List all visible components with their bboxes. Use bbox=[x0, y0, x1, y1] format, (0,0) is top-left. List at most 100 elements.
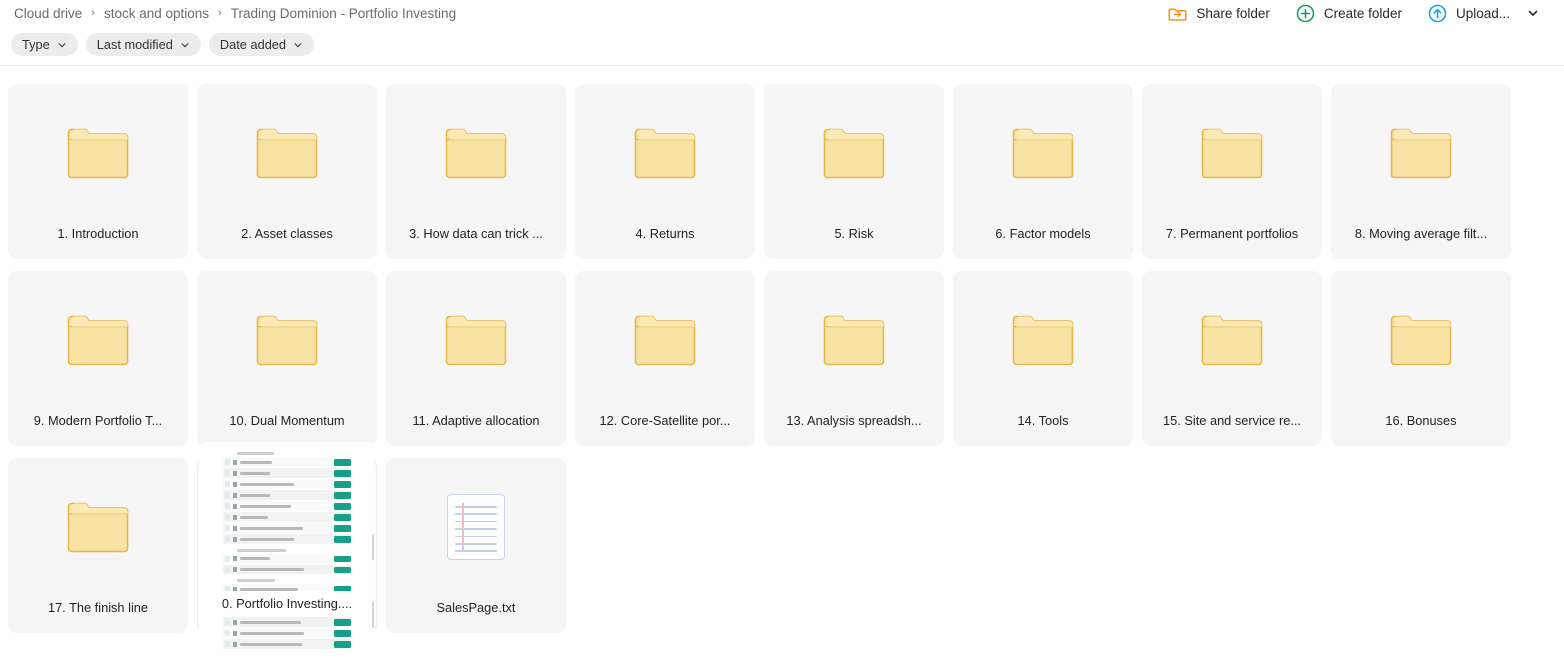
thumbnail-section-heading bbox=[237, 579, 351, 582]
thumbnail-row bbox=[223, 564, 351, 574]
tile-label: 6. Factor models bbox=[995, 226, 1091, 241]
thumbnail-row bbox=[223, 639, 351, 649]
tile-label: 16. Bonuses bbox=[1385, 413, 1457, 428]
filter-chip-date-added[interactable]: Date added bbox=[208, 33, 315, 56]
chevron-down-icon bbox=[1528, 10, 1538, 16]
tile-label: 9. Modern Portfolio T... bbox=[33, 413, 163, 428]
tile-icon bbox=[575, 271, 755, 409]
thumbnail-section-heading bbox=[237, 452, 351, 455]
tile-icon bbox=[1331, 271, 1511, 409]
tile-label: SalesPage.txt bbox=[436, 600, 516, 615]
folder-tile[interactable]: 12. Core-Satellite por... bbox=[575, 271, 755, 446]
filter-chip-type[interactable]: Type bbox=[11, 33, 78, 56]
thumbnail-row bbox=[223, 512, 351, 522]
tile-icon bbox=[575, 84, 755, 222]
breadcrumb-item-cloud-drive[interactable]: Cloud drive bbox=[14, 6, 82, 21]
tile-label: 4. Returns bbox=[635, 226, 695, 241]
folder-icon bbox=[444, 126, 508, 180]
tile-label: 14. Tools bbox=[1017, 413, 1069, 428]
filter-chip-last-modified[interactable]: Last modified bbox=[85, 33, 201, 56]
folder-icon bbox=[1011, 126, 1075, 180]
folder-icon bbox=[822, 313, 886, 367]
folder-icon bbox=[1200, 313, 1264, 367]
tile-icon bbox=[764, 84, 944, 222]
tile-label: 0. Portfolio Investing.... bbox=[202, 591, 372, 616]
upload-more-button[interactable] bbox=[1524, 4, 1542, 22]
folder-icon bbox=[66, 313, 130, 367]
tile-label: 1. Introduction bbox=[57, 226, 139, 241]
tile-label: 11. Adaptive allocation bbox=[412, 413, 540, 428]
tile-icon bbox=[1331, 84, 1511, 222]
chevron-down-icon bbox=[180, 40, 190, 50]
tile-icon bbox=[8, 84, 188, 222]
folder-tile[interactable]: 13. Analysis spreadsh... bbox=[764, 271, 944, 446]
chevron-down-icon bbox=[293, 40, 303, 50]
tile-label: 7. Permanent portfolios bbox=[1165, 226, 1299, 241]
tile-icon bbox=[953, 271, 1133, 409]
folder-tile[interactable]: 7. Permanent portfolios bbox=[1142, 84, 1322, 259]
folder-tile[interactable]: 4. Returns bbox=[575, 84, 755, 259]
folder-icon bbox=[255, 313, 319, 367]
thumbnail-row bbox=[223, 457, 351, 467]
thumbnail-row bbox=[223, 553, 351, 563]
folder-icon bbox=[1389, 126, 1453, 180]
folder-tile[interactable]: 16. Bonuses bbox=[1331, 271, 1511, 446]
folder-tile[interactable]: 10. Dual Momentum bbox=[197, 271, 377, 446]
folder-tile[interactable]: 11. Adaptive allocation bbox=[386, 271, 566, 446]
folder-icon bbox=[633, 126, 697, 180]
folder-tile[interactable]: 2. Asset classes bbox=[197, 84, 377, 259]
upload-label: Upload... bbox=[1455, 5, 1510, 21]
tile-icon bbox=[953, 84, 1133, 222]
folder-tile[interactable]: 1. Introduction bbox=[8, 84, 188, 259]
file-tile[interactable]: 0. Portfolio Investing.... bbox=[197, 442, 377, 649]
folder-tile[interactable]: 3. How data can trick ... bbox=[386, 84, 566, 259]
share-folder-button[interactable]: Share folder bbox=[1168, 4, 1270, 23]
tile-icon bbox=[386, 84, 566, 222]
document-thumbnail bbox=[199, 442, 375, 649]
tile-label: 17. The finish line bbox=[47, 600, 149, 615]
folder-icon bbox=[66, 500, 130, 554]
thumbnail-row bbox=[223, 468, 351, 478]
filter-chip-last-modified-label: Last modified bbox=[96, 37, 173, 52]
folder-tile[interactable]: 15. Site and service re... bbox=[1142, 271, 1322, 446]
share-folder-label: Share folder bbox=[1196, 5, 1270, 21]
tile-label: 12. Core-Satellite por... bbox=[599, 413, 731, 428]
breadcrumb: Cloud drive › stock and options › Tradin… bbox=[14, 4, 456, 22]
tile-label: 10. Dual Momentum bbox=[229, 413, 345, 428]
breadcrumb-item-current-folder[interactable]: Trading Dominion - Portfolio Investing bbox=[231, 6, 456, 21]
toolbar: Cloud drive › stock and options › Tradin… bbox=[0, 0, 1564, 66]
folder-tile[interactable]: 6. Factor models bbox=[953, 84, 1133, 259]
tile-label: 2. Asset classes bbox=[241, 226, 333, 241]
folder-icon bbox=[822, 126, 886, 180]
upload-button[interactable]: Upload... bbox=[1428, 4, 1510, 23]
create-folder-label: Create folder bbox=[1323, 5, 1402, 21]
tile-icon bbox=[197, 84, 377, 222]
upload-circle-icon bbox=[1428, 4, 1447, 23]
tile-icon bbox=[386, 458, 566, 596]
folder-icon bbox=[255, 126, 319, 180]
folder-icon bbox=[66, 126, 130, 180]
tile-icon bbox=[1142, 271, 1322, 409]
create-folder-button[interactable]: Create folder bbox=[1296, 4, 1402, 23]
folder-tile[interactable]: 9. Modern Portfolio T... bbox=[8, 271, 188, 446]
text-file-icon bbox=[447, 494, 505, 560]
breadcrumb-separator: › bbox=[91, 6, 95, 19]
share-folder-icon bbox=[1168, 4, 1187, 23]
tile-label: 13. Analysis spreadsh... bbox=[786, 413, 922, 428]
tile-icon bbox=[764, 271, 944, 409]
folder-icon bbox=[444, 313, 508, 367]
filter-chip-date-added-label: Date added bbox=[219, 37, 287, 52]
breadcrumb-item-stock-and-options[interactable]: stock and options bbox=[104, 6, 209, 21]
toolbar-actions: Share folder Create folder Upload... bbox=[1168, 2, 1542, 24]
tile-icon bbox=[1142, 84, 1322, 222]
tile-label: 5. Risk bbox=[834, 226, 874, 241]
folder-tile[interactable]: 8. Moving average filt... bbox=[1331, 84, 1511, 259]
folder-icon bbox=[1389, 313, 1453, 367]
breadcrumb-separator: › bbox=[218, 6, 222, 19]
filter-chip-type-label: Type bbox=[22, 37, 50, 52]
folder-tile[interactable]: 5. Risk bbox=[764, 84, 944, 259]
folder-tile[interactable]: 14. Tools bbox=[953, 271, 1133, 446]
tile-icon bbox=[197, 271, 377, 409]
folder-tile[interactable]: 17. The finish line bbox=[8, 458, 188, 633]
file-tile[interactable]: SalesPage.txt bbox=[386, 458, 566, 633]
